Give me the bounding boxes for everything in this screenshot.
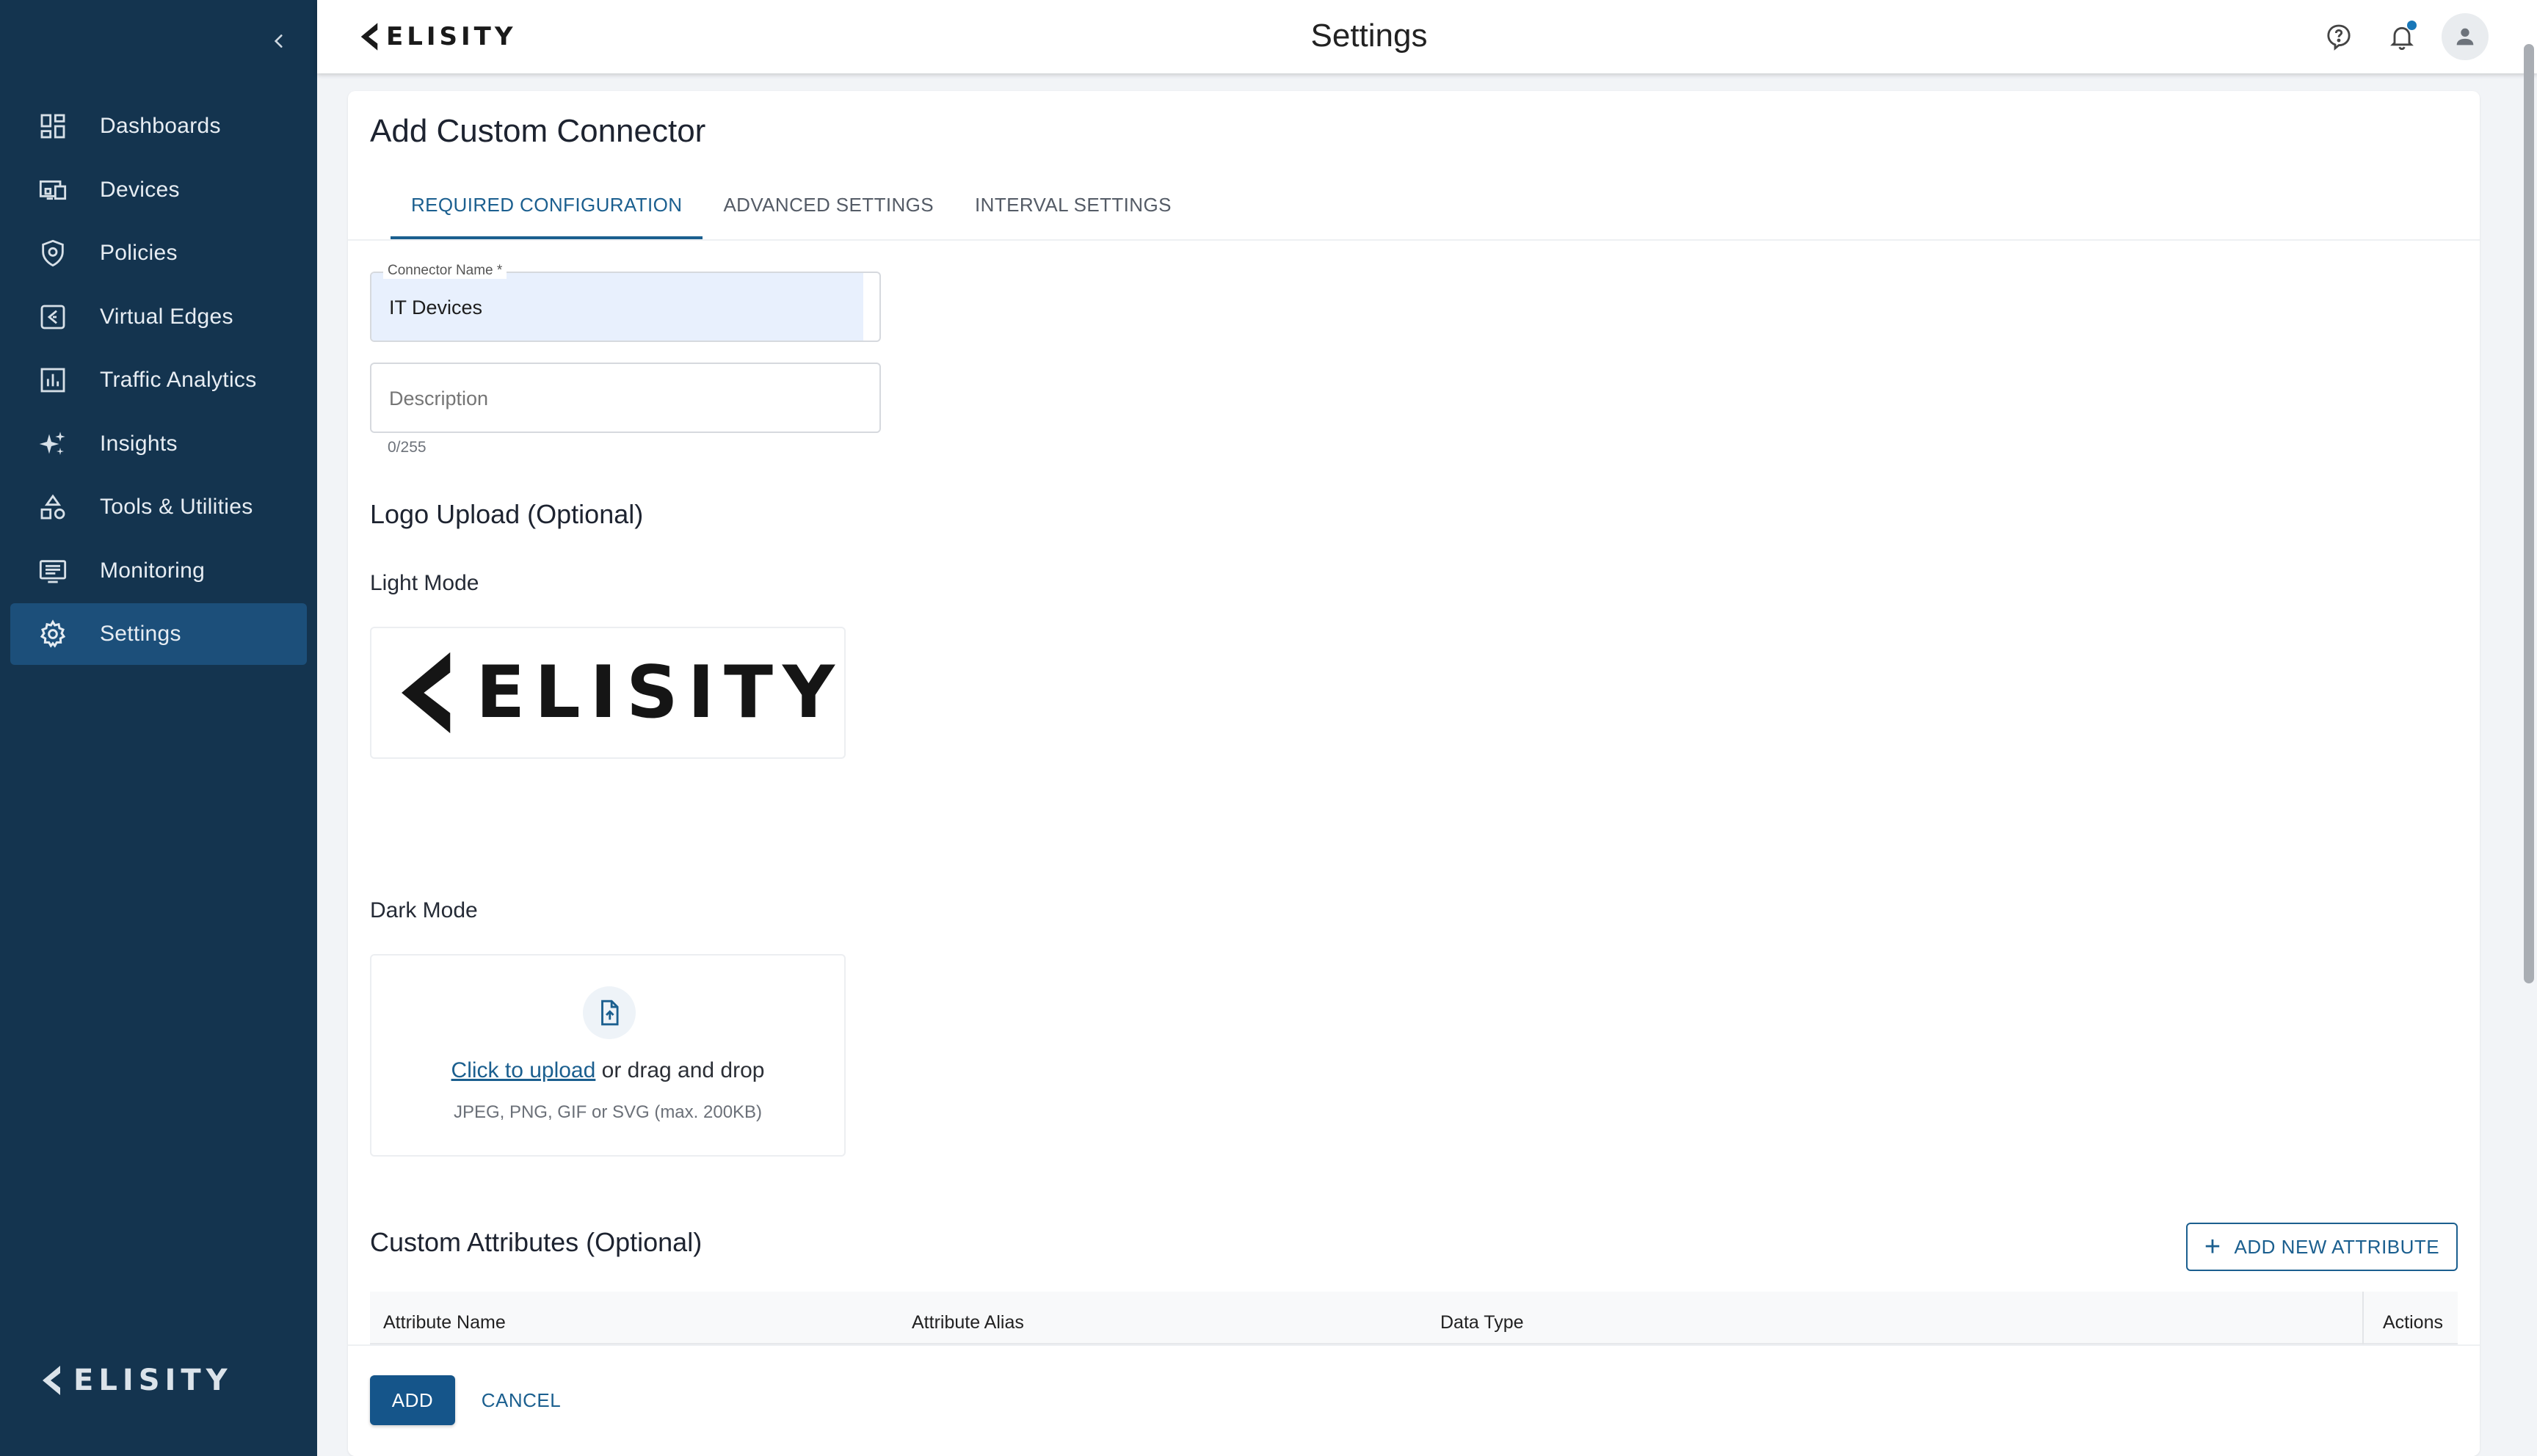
connector-name-label: Connector Name * — [383, 263, 507, 279]
user-icon — [2456, 28, 2474, 46]
sidebar-item-monitoring[interactable]: Monitoring — [10, 540, 307, 602]
file-upload-icon — [583, 986, 636, 1039]
header-actions — [2299, 13, 2489, 60]
logo-upload-section-title: Logo Upload (Optional) — [370, 499, 644, 529]
connector-name-field[interactable]: Connector Name * — [370, 263, 881, 342]
click-to-upload-link[interactable]: Click to upload — [451, 1058, 596, 1082]
column-divider — [2362, 1292, 2364, 1344]
plus-icon: + — [2204, 1231, 2221, 1262]
add-button[interactable]: ADD — [370, 1375, 455, 1425]
cancel-button[interactable]: CANCEL — [477, 1375, 565, 1425]
tabs-divider — [348, 239, 2480, 241]
sidebar-item-label: Tools & Utilities — [100, 495, 253, 519]
help-icon — [2327, 24, 2351, 51]
devices-icon — [37, 174, 69, 206]
sidebar-item-policies[interactable]: Policies — [10, 222, 307, 284]
sidebar-item-label: Virtual Edges — [100, 304, 233, 329]
sidebar-item-devices[interactable]: Devices — [10, 159, 307, 221]
tools-shapes-icon — [37, 491, 69, 523]
light-mode-logo-preview[interactable]: ELISITY — [370, 627, 846, 759]
sidebar-item-label: Devices — [100, 177, 180, 202]
connector-tabs: REQUIRED CONFIGURATION ADVANCED SETTINGS… — [391, 191, 1192, 239]
notifications-button[interactable] — [2378, 13, 2425, 60]
add-connector-card: Add Custom Connector REQUIRED CONFIGURAT… — [348, 91, 2480, 1456]
top-header: ELISITY Settings — [317, 0, 2537, 73]
sidebar-nav: Dashboards Devices Policies Virtual Edge… — [10, 95, 307, 667]
page-header-title: Settings — [1310, 18, 1428, 54]
upload-drag-text: or drag and drop — [595, 1058, 765, 1082]
sidebar-item-dashboards[interactable]: Dashboards — [10, 95, 307, 157]
tab-required-configuration[interactable]: REQUIRED CONFIGURATION — [391, 191, 703, 239]
upload-instructions: Click to upload or drag and drop — [371, 1058, 844, 1083]
attributes-table-header: Attribute Name Attribute Alias Data Type… — [370, 1292, 2458, 1344]
sidebar-brand-logo: ELISITY — [40, 1364, 233, 1397]
column-header-attribute-alias: Attribute Alias — [912, 1312, 1024, 1333]
dashboard-icon — [37, 110, 69, 142]
dark-mode-label: Dark Mode — [370, 898, 478, 922]
column-header-attribute-name: Attribute Name — [383, 1312, 506, 1333]
add-new-attribute-button[interactable]: + ADD NEW ATTRIBUTE — [2186, 1223, 2458, 1271]
bar-chart-icon — [37, 364, 69, 396]
dark-mode-upload-dropzone[interactable]: Click to upload or drag and drop JPEG, P… — [370, 954, 846, 1157]
sidebar-item-label: Traffic Analytics — [100, 368, 257, 392]
connector-name-input[interactable] — [389, 296, 844, 319]
virtual-edge-icon — [37, 301, 69, 333]
sidebar-item-traffic-analytics[interactable]: Traffic Analytics — [10, 349, 307, 411]
page-scrollbar[interactable] — [2524, 44, 2534, 983]
form-footer — [348, 1344, 2480, 1456]
monitor-list-icon — [37, 555, 69, 587]
sparkle-icon — [37, 428, 69, 460]
policy-shield-icon — [37, 237, 69, 269]
gear-icon — [37, 618, 69, 650]
sidebar-item-virtual-edges[interactable]: Virtual Edges — [10, 286, 307, 348]
add-new-attribute-label: ADD NEW ATTRIBUTE — [2234, 1235, 2440, 1258]
light-mode-label: Light Mode — [370, 571, 479, 595]
column-header-actions: Actions — [2383, 1312, 2443, 1333]
sidebar-item-label: Insights — [100, 431, 178, 456]
light-logo-wordmark: ELISITY — [476, 651, 844, 735]
sidebar: Dashboards Devices Policies Virtual Edge… — [0, 0, 317, 1456]
sidebar-item-insights[interactable]: Insights — [10, 413, 307, 475]
description-field[interactable] — [370, 363, 881, 433]
chevron-left-icon — [274, 34, 283, 48]
sidebar-item-tools-utilities[interactable]: Tools & Utilities — [10, 476, 307, 538]
sidebar-item-label: Monitoring — [100, 558, 206, 583]
sidebar-item-settings[interactable]: Settings — [10, 603, 307, 665]
user-avatar-button[interactable] — [2442, 13, 2489, 60]
sidebar-brand-wordmark: ELISITY — [73, 1364, 233, 1397]
description-input[interactable] — [389, 387, 844, 410]
help-button[interactable] — [2315, 13, 2362, 60]
custom-attributes-section-title: Custom Attributes (Optional) — [370, 1227, 703, 1257]
elisity-logo-icon — [402, 652, 451, 734]
sidebar-item-label: Settings — [100, 622, 181, 646]
page-title: Add Custom Connector — [370, 113, 706, 149]
sidebar-item-label: Dashboards — [100, 114, 221, 138]
collapse-sidebar-button[interactable] — [264, 26, 294, 56]
description-char-counter: 0/255 — [388, 439, 427, 456]
tab-interval-settings[interactable]: INTERVAL SETTINGS — [954, 191, 1192, 239]
sidebar-item-label: Policies — [100, 241, 178, 265]
tab-advanced-settings[interactable]: ADVANCED SETTINGS — [703, 191, 954, 239]
notification-indicator-dot — [2407, 21, 2417, 30]
column-header-data-type: Data Type — [1440, 1312, 1524, 1333]
elisity-logo-icon — [43, 1366, 60, 1395]
upload-format-hint: JPEG, PNG, GIF or SVG (max. 200KB) — [453, 1102, 763, 1122]
